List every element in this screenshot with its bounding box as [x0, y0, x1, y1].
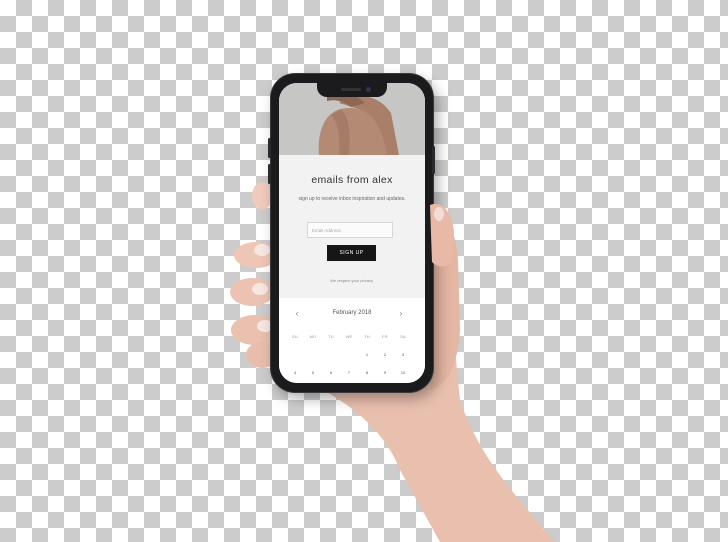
calendar-day[interactable]: 8	[359, 370, 375, 375]
weekday-header: WE	[345, 334, 353, 339]
calendar-day[interactable]: 10	[395, 370, 411, 375]
calendar-day[interactable]: 9	[377, 370, 393, 375]
volume-button	[268, 138, 271, 158]
weekday-header: TU	[328, 334, 334, 339]
smartphone-frame: emails from alex sign up to receive inbo…	[268, 74, 435, 392]
signup-title: emails from alex	[311, 174, 393, 186]
previous-month-chevron-icon[interactable]: ‹	[291, 308, 303, 320]
next-month-chevron-icon[interactable]: ›	[395, 308, 407, 320]
sign-up-button[interactable]: SIGN UP	[327, 245, 376, 261]
front-camera-icon	[366, 87, 371, 92]
phone-notch	[317, 83, 387, 97]
signup-subtitle: sign up to receive inbox inspiration and…	[298, 196, 406, 202]
calendar-day[interactable]: 4	[287, 370, 303, 375]
weekday-header: FR	[382, 334, 388, 339]
phone-screen: emails from alex sign up to receive inbo…	[279, 83, 425, 383]
volume-button	[268, 164, 271, 184]
power-button	[432, 146, 435, 174]
privacy-note: We respect your privacy.	[330, 278, 374, 283]
newsletter-signup-section: emails from alex sign up to receive inbo…	[279, 155, 425, 298]
calendar-day[interactable]: 3	[395, 352, 411, 357]
calendar-day[interactable]: 7	[341, 370, 357, 375]
speaker-grille	[341, 88, 361, 91]
weekday-header: SU	[292, 334, 298, 339]
calendar-day[interactable]: 5	[305, 370, 321, 375]
device-mockup-scene: emails from alex sign up to receive inbo…	[0, 0, 728, 542]
calendar-month-label: February 2018	[332, 310, 372, 316]
calendar-day[interactable]: 2	[377, 352, 393, 357]
calendar-widget: ‹ February 2018 › SU MO TU WE TH FR SA 1…	[279, 298, 425, 383]
calendar-day[interactable]: 6	[323, 370, 339, 375]
weekday-header: SA	[400, 334, 406, 339]
weekday-header: TH	[364, 334, 370, 339]
weekday-header: MO	[309, 334, 317, 339]
email-input[interactable]	[307, 222, 393, 238]
calendar-day[interactable]: 1	[359, 352, 375, 357]
